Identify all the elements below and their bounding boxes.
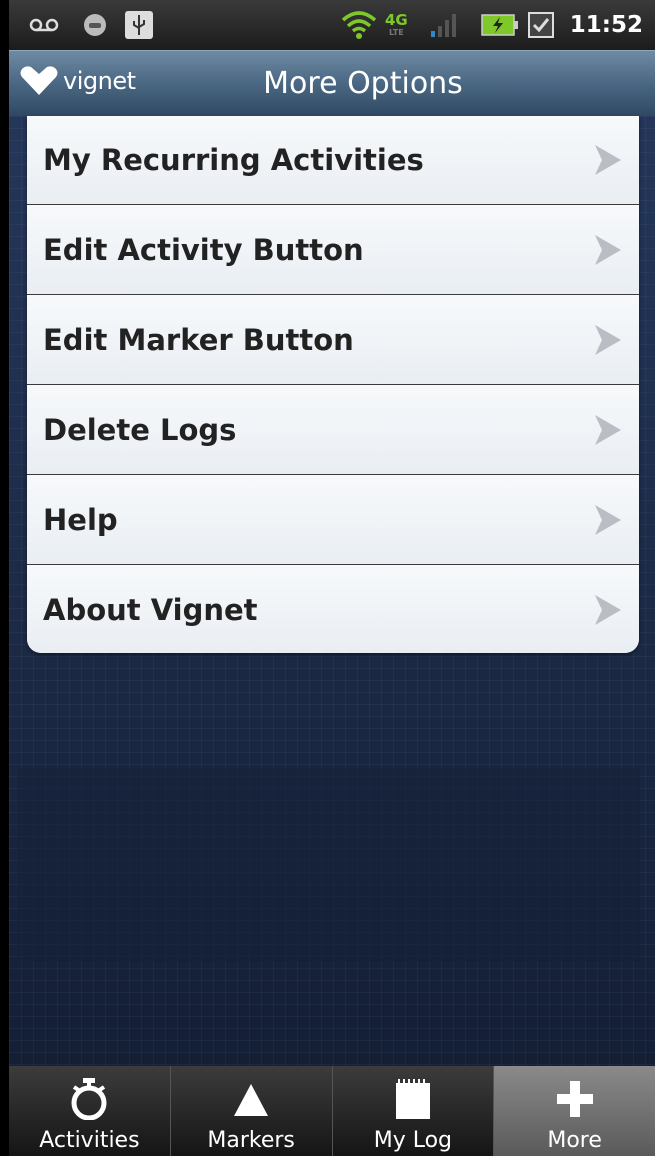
menu-item-label: About Vignet (43, 592, 258, 627)
wifi-icon (341, 0, 377, 50)
background-panel (18, 768, 640, 961)
triangle-icon (171, 1078, 332, 1120)
menu-item-edit-activity-button[interactable]: Edit Activity Button (27, 205, 639, 295)
network-indicator: 4G LTE (385, 0, 408, 50)
menu-item-help[interactable]: Help (27, 475, 639, 565)
tab-label: My Log (373, 1128, 453, 1153)
network-sub-text: LTE (389, 27, 404, 37)
status-bar: 4G LTE 11:52 (9, 0, 655, 50)
notepad-icon (333, 1078, 494, 1120)
menu-item-label: Edit Marker Button (43, 322, 354, 357)
chevron-right-icon (595, 234, 621, 265)
heart-icon (20, 66, 58, 95)
voicemail-icon (29, 0, 59, 50)
options-menu: My Recurring Activities Edit Activity Bu… (27, 116, 639, 653)
chevron-right-icon (595, 324, 621, 355)
tab-markers[interactable]: Markers (171, 1066, 333, 1156)
clock-time: 11:52 (569, 12, 643, 38)
stopwatch-icon (9, 1078, 170, 1120)
chevron-right-icon (595, 504, 621, 535)
tab-label: More (547, 1128, 602, 1153)
tab-label: Markers (207, 1128, 295, 1153)
menu-item-delete-logs[interactable]: Delete Logs (27, 385, 639, 475)
title-bar: More Options vignet (9, 50, 655, 117)
menu-item-label: Delete Logs (43, 412, 237, 447)
battery-charging-icon (481, 0, 519, 50)
menu-item-about-vignet[interactable]: About Vignet (27, 565, 639, 653)
menu-item-recurring-activities[interactable]: My Recurring Activities (27, 116, 639, 205)
menu-item-label: Edit Activity Button (43, 232, 364, 267)
menu-item-label: Help (43, 502, 118, 537)
chevron-right-icon (595, 594, 621, 625)
app-logo[interactable]: vignet (19, 65, 136, 97)
plus-icon (494, 1078, 655, 1120)
screen: 4G LTE 11:52 More Options vignet My Recu… (9, 0, 655, 1156)
logo-text: vignet (63, 67, 136, 95)
usb-icon (125, 0, 153, 50)
tab-activities[interactable]: Activities (9, 1066, 171, 1156)
tab-my-log[interactable]: My Log (333, 1066, 495, 1156)
signal-icon (429, 0, 459, 50)
chevron-right-icon (595, 414, 621, 445)
menu-item-edit-marker-button[interactable]: Edit Marker Button (27, 295, 639, 385)
tab-more[interactable]: More (494, 1066, 655, 1156)
tab-label: Activities (39, 1128, 140, 1153)
notification-icon (83, 0, 107, 50)
bottom-tab-bar: Activities Markers My Log More (9, 1066, 655, 1156)
network-type-text: 4G (385, 10, 408, 29)
chevron-right-icon (595, 145, 621, 175)
checkbox-icon (527, 0, 555, 50)
menu-item-label: My Recurring Activities (43, 143, 424, 177)
